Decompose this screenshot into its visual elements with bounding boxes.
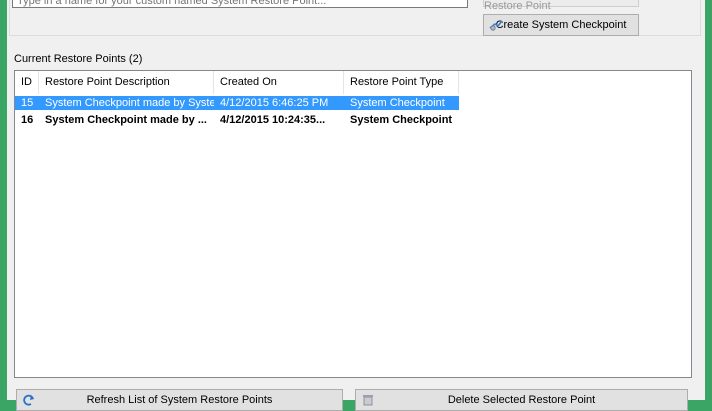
restore-points-list[interactable]: ID Restore Point Description Created On … — [14, 70, 692, 378]
create-custom-restore-point-button[interactable]: Create Custom Named Restore Point — [483, 0, 639, 12]
create-restore-point-group: Create Custom Named Restore Point Create… — [9, 0, 701, 36]
row-type: System Checkpoint — [350, 114, 453, 126]
refresh-restore-points-button[interactable]: Refresh List of System Restore Points — [16, 389, 343, 411]
create-system-checkpoint-button[interactable]: Create System Checkpoint — [483, 14, 639, 36]
column-header-type[interactable]: Restore Point Type — [344, 71, 459, 94]
row-description: System Checkpoint made by Syste... — [45, 97, 214, 109]
refresh-restore-points-label: Refresh List of System Restore Points — [86, 394, 273, 406]
row-description: System Checkpoint made by ... — [45, 114, 207, 126]
column-header-id[interactable]: ID — [15, 71, 39, 94]
delete-restore-point-label: Delete Selected Restore Point — [447, 394, 596, 406]
delete-restore-point-button[interactable]: Delete Selected Restore Point — [355, 389, 688, 411]
row-created-on: 4/12/2015 6:46:25 PM — [220, 97, 329, 109]
current-restore-points-label: Current Restore Points (2) — [14, 53, 143, 65]
row-type: System Checkpoint — [350, 97, 445, 109]
row-id: 15 — [21, 97, 34, 109]
delete-icon — [361, 394, 375, 406]
list-header: ID Restore Point Description Created On … — [15, 71, 691, 94]
row-id: 16 — [21, 114, 34, 126]
column-header-description[interactable]: Restore Point Description — [39, 71, 214, 94]
refresh-icon — [22, 394, 36, 406]
restore-point-name-input[interactable] — [12, 0, 468, 8]
table-row[interactable]: 15 System Checkpoint made by Syste... 4/… — [15, 96, 459, 110]
create-system-checkpoint-label: Create System Checkpoint — [495, 19, 627, 31]
column-header-created-on[interactable]: Created On — [214, 71, 344, 94]
checkpoint-icon — [489, 19, 503, 31]
create-custom-restore-point-label: Create Custom Named Restore Point — [484, 0, 551, 12]
restore-point-window: Create Custom Named Restore Point Create… — [7, 0, 705, 411]
table-row[interactable]: 16 System Checkpoint made by ... 4/12/20… — [15, 113, 459, 127]
row-created-on: 4/12/2015 10:24:35... — [220, 114, 326, 126]
